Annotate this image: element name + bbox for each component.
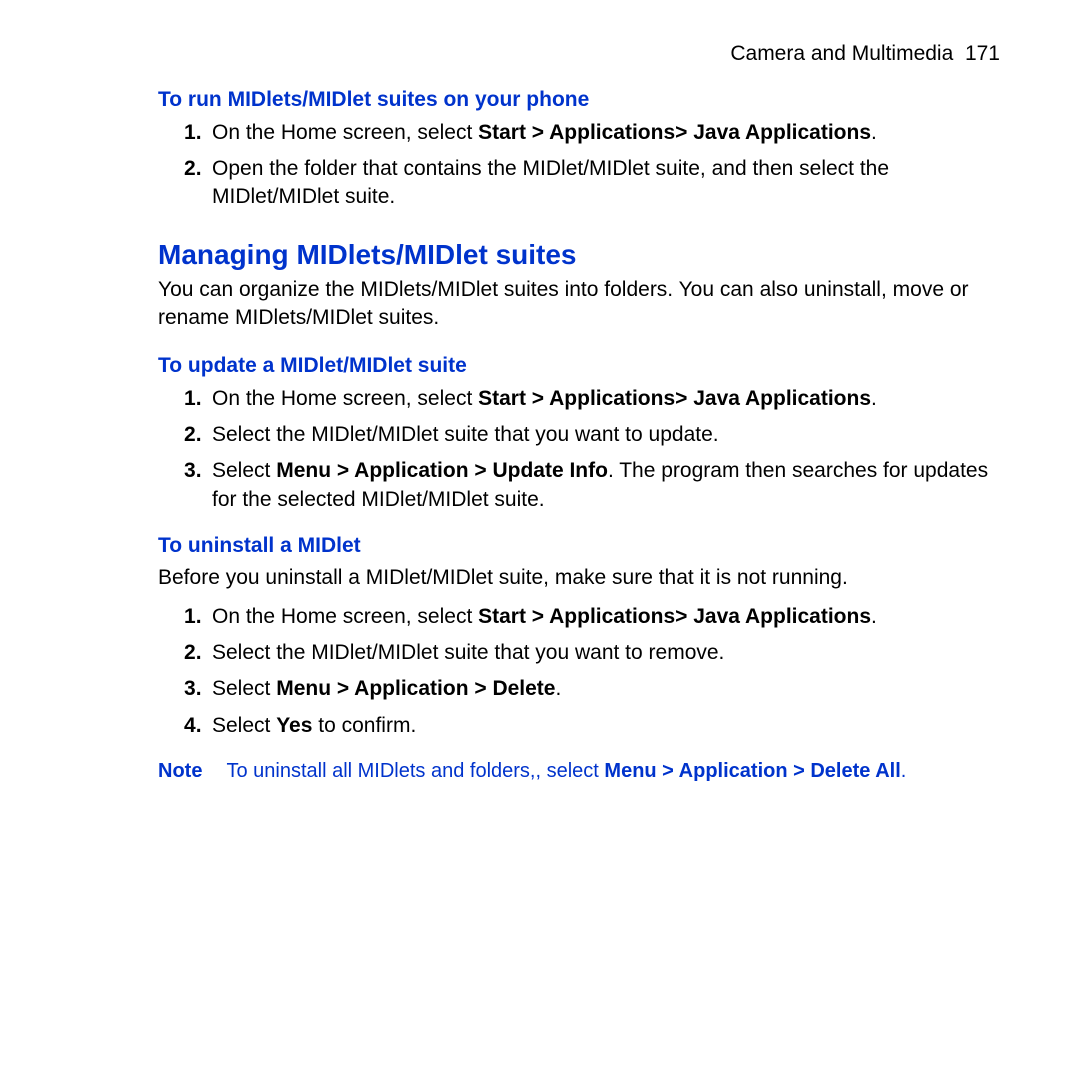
heading-run: To run MIDlets/MIDlet suites on your pho… (158, 86, 1000, 114)
heading-update: To update a MIDlet/MIDlet suite (158, 352, 1000, 380)
steps-update: On the Home screen, select Start > Appli… (158, 385, 1000, 514)
step-item: On the Home screen, select Start > Appli… (212, 119, 1000, 147)
step-item: Select the MIDlet/MIDlet suite that you … (212, 639, 1000, 667)
section-run: To run MIDlets/MIDlet suites on your pho… (158, 86, 1000, 211)
managing-lead: You can organize the MIDlets/MIDlet suit… (158, 276, 1000, 333)
heading-managing: Managing MIDlets/MIDlet suites (158, 236, 1000, 274)
step-item: Select the MIDlet/MIDlet suite that you … (212, 421, 1000, 449)
steps-uninstall: On the Home screen, select Start > Appli… (158, 603, 1000, 740)
step-item: On the Home screen, select Start > Appli… (212, 385, 1000, 413)
note-row: Note To uninstall all MIDlets and folder… (158, 758, 1000, 785)
step-item: On the Home screen, select Start > Appli… (212, 603, 1000, 631)
section-update: To update a MIDlet/MIDlet suite On the H… (158, 352, 1000, 514)
section-uninstall: To uninstall a MIDlet Before you uninsta… (158, 532, 1000, 740)
chapter-title: Camera and Multimedia (730, 42, 953, 65)
step-item: Select Yes to confirm. (212, 712, 1000, 740)
note-text: To uninstall all MIDlets and folders,, s… (226, 758, 1000, 785)
heading-uninstall: To uninstall a MIDlet (158, 532, 1000, 560)
uninstall-lead: Before you uninstall a MIDlet/MIDlet sui… (158, 564, 1000, 592)
step-item: Open the folder that contains the MIDlet… (212, 155, 1000, 212)
note-label: Note (158, 758, 202, 785)
steps-run: On the Home screen, select Start > Appli… (158, 119, 1000, 212)
step-item: Select Menu > Application > Update Info.… (212, 457, 1000, 514)
step-item: Select Menu > Application > Delete. (212, 675, 1000, 703)
page-header: Camera and Multimedia 171 (158, 40, 1000, 68)
page-number: 171 (965, 42, 1000, 65)
